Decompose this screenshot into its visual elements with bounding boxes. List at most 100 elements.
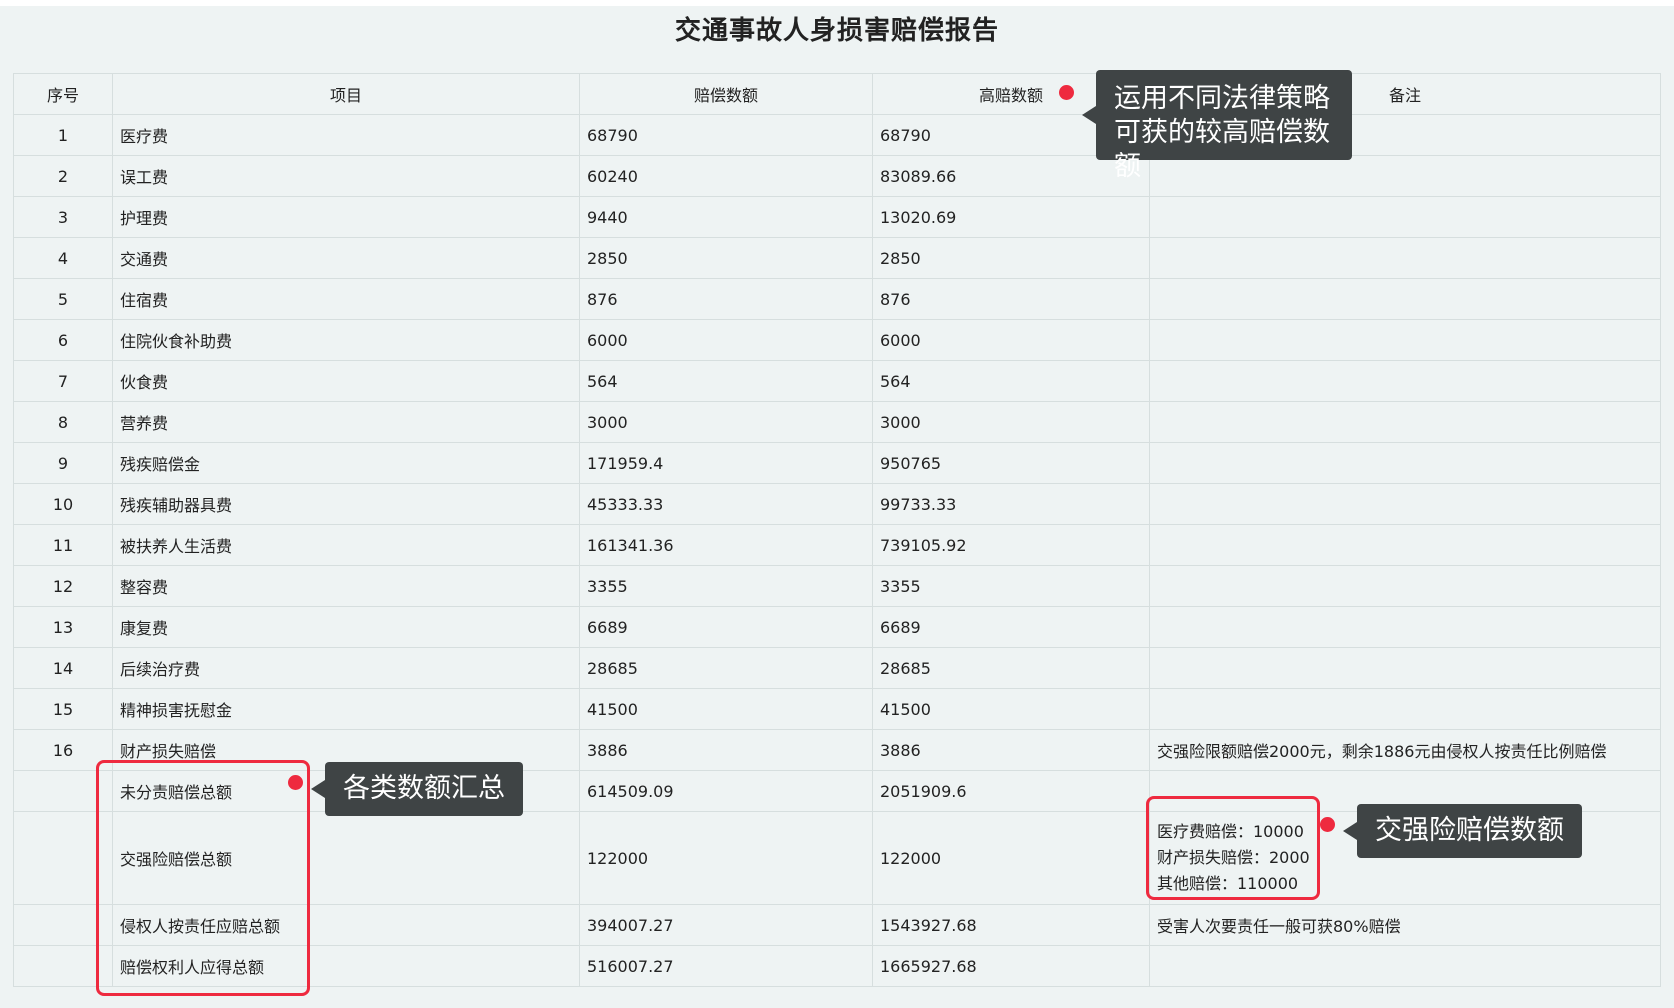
row-amount: 876 bbox=[579, 278, 873, 320]
row-high-amount: 3355 bbox=[872, 565, 1150, 607]
row-amount: 9440 bbox=[579, 196, 873, 238]
table-row: 2 误工费 60240 83089.66 bbox=[13, 155, 1661, 197]
row-index: 12 bbox=[13, 565, 113, 607]
row-item: 精神损害抚慰金 bbox=[112, 688, 580, 730]
row-note: 交强险限额赔偿2000元，剩余1886元由侵权人按责任比例赔偿 bbox=[1149, 729, 1661, 771]
row-index: 9 bbox=[13, 442, 113, 484]
row-index: 15 bbox=[13, 688, 113, 730]
row-high-amount: 13020.69 bbox=[872, 196, 1150, 238]
summary-amount: 394007.27 bbox=[579, 904, 873, 946]
row-note bbox=[1149, 442, 1661, 484]
row-index: 7 bbox=[13, 360, 113, 402]
table-row: 6 住院伙食补助费 6000 6000 bbox=[13, 319, 1661, 361]
row-amount: 161341.36 bbox=[579, 524, 873, 566]
compulsory-callout: 交强险赔偿数额 bbox=[1343, 804, 1582, 858]
summary-note: 受害人次要责任一般可获80%赔偿 bbox=[1149, 904, 1661, 946]
summary-amount: 614509.09 bbox=[579, 770, 873, 812]
row-index: 6 bbox=[13, 319, 113, 361]
table-row: 12 整容费 3355 3355 bbox=[13, 565, 1661, 607]
high-amount-callout: 运用不同法律策略 可获的较高赔偿数额 bbox=[1082, 70, 1352, 182]
summary-amount: 122000 bbox=[579, 811, 873, 905]
row-item: 康复费 bbox=[112, 606, 580, 648]
summary-high-amount: 122000 bbox=[872, 811, 1150, 905]
table-row: 10 残疾辅助器具费 45333.33 99733.33 bbox=[13, 483, 1661, 525]
row-note bbox=[1149, 606, 1661, 648]
row-amount: 171959.4 bbox=[579, 442, 873, 484]
row-high-amount: 3886 bbox=[872, 729, 1150, 771]
row-index: 4 bbox=[13, 237, 113, 279]
row-index: 3 bbox=[13, 196, 113, 238]
row-note bbox=[1149, 237, 1661, 279]
table-row: 13 康复费 6689 6689 bbox=[13, 606, 1661, 648]
row-index: 10 bbox=[13, 483, 113, 525]
header-item: 项目 bbox=[112, 73, 580, 115]
table-row: 8 营养费 3000 3000 bbox=[13, 401, 1661, 443]
row-item: 后续治疗费 bbox=[112, 647, 580, 689]
row-high-amount: 83089.66 bbox=[872, 155, 1150, 197]
row-amount: 3355 bbox=[579, 565, 873, 607]
row-index: 11 bbox=[13, 524, 113, 566]
summary-amount: 516007.27 bbox=[579, 945, 873, 987]
row-amount: 6689 bbox=[579, 606, 873, 648]
row-note bbox=[1149, 647, 1661, 689]
row-amount: 41500 bbox=[579, 688, 873, 730]
header-amount: 赔偿数额 bbox=[579, 73, 873, 115]
row-index: 13 bbox=[13, 606, 113, 648]
row-amount: 28685 bbox=[579, 647, 873, 689]
row-amount: 564 bbox=[579, 360, 873, 402]
row-amount: 3000 bbox=[579, 401, 873, 443]
row-note bbox=[1149, 483, 1661, 525]
summary-highlight-box bbox=[96, 760, 310, 996]
row-item: 误工费 bbox=[112, 155, 580, 197]
row-item: 住院伙食补助费 bbox=[112, 319, 580, 361]
row-item: 整容费 bbox=[112, 565, 580, 607]
row-item: 被扶养人生活费 bbox=[112, 524, 580, 566]
row-note bbox=[1149, 196, 1661, 238]
row-note bbox=[1149, 688, 1661, 730]
row-high-amount: 950765 bbox=[872, 442, 1150, 484]
row-item: 残疾赔偿金 bbox=[112, 442, 580, 484]
row-note bbox=[1149, 401, 1661, 443]
row-item: 医疗费 bbox=[112, 114, 580, 156]
row-amount: 68790 bbox=[579, 114, 873, 156]
table-row: 7 伙食费 564 564 bbox=[13, 360, 1661, 402]
table-header-row: 序号 项目 赔偿数额 高赔数额 备注 bbox=[13, 73, 1661, 115]
row-amount: 45333.33 bbox=[579, 483, 873, 525]
row-note bbox=[1149, 524, 1661, 566]
table-row: 14 后续治疗费 28685 28685 bbox=[13, 647, 1661, 689]
summary-callout: 各类数额汇总 bbox=[311, 762, 523, 816]
top-bar bbox=[0, 0, 1674, 6]
row-index: 2 bbox=[13, 155, 113, 197]
row-amount: 60240 bbox=[579, 155, 873, 197]
row-high-amount: 6000 bbox=[872, 319, 1150, 361]
row-high-amount: 3000 bbox=[872, 401, 1150, 443]
table-row: 1 医疗费 68790 68790 bbox=[13, 114, 1661, 156]
row-note bbox=[1149, 319, 1661, 361]
row-high-amount: 6689 bbox=[872, 606, 1150, 648]
summary-high-amount: 1543927.68 bbox=[872, 904, 1150, 946]
row-index: 1 bbox=[13, 114, 113, 156]
table-row: 15 精神损害抚慰金 41500 41500 bbox=[13, 688, 1661, 730]
callout-line: 可获的较高赔偿数额 bbox=[1114, 117, 1330, 182]
page-title: 交通事故人身损害赔偿报告 bbox=[674, 16, 999, 46]
compulsory-highlight-box bbox=[1146, 796, 1320, 900]
row-index: 5 bbox=[13, 278, 113, 320]
row-item: 交通费 bbox=[112, 237, 580, 279]
row-high-amount: 739105.92 bbox=[872, 524, 1150, 566]
table-row: 9 残疾赔偿金 171959.4 950765 bbox=[13, 442, 1661, 484]
row-high-amount: 99733.33 bbox=[872, 483, 1150, 525]
table-row: 11 被扶养人生活费 161341.36 739105.92 bbox=[13, 524, 1661, 566]
row-high-amount: 28685 bbox=[872, 647, 1150, 689]
compulsory-marker-dot bbox=[1320, 817, 1335, 832]
row-item: 营养费 bbox=[112, 401, 580, 443]
row-high-amount: 876 bbox=[872, 278, 1150, 320]
table-row: 4 交通费 2850 2850 bbox=[13, 237, 1661, 279]
header-index: 序号 bbox=[13, 73, 113, 115]
row-item: 伙食费 bbox=[112, 360, 580, 402]
row-high-amount: 41500 bbox=[872, 688, 1150, 730]
table-row: 3 护理费 9440 13020.69 bbox=[13, 196, 1661, 238]
row-amount: 3886 bbox=[579, 729, 873, 771]
row-amount: 6000 bbox=[579, 319, 873, 361]
row-item: 护理费 bbox=[112, 196, 580, 238]
row-note bbox=[1149, 360, 1661, 402]
